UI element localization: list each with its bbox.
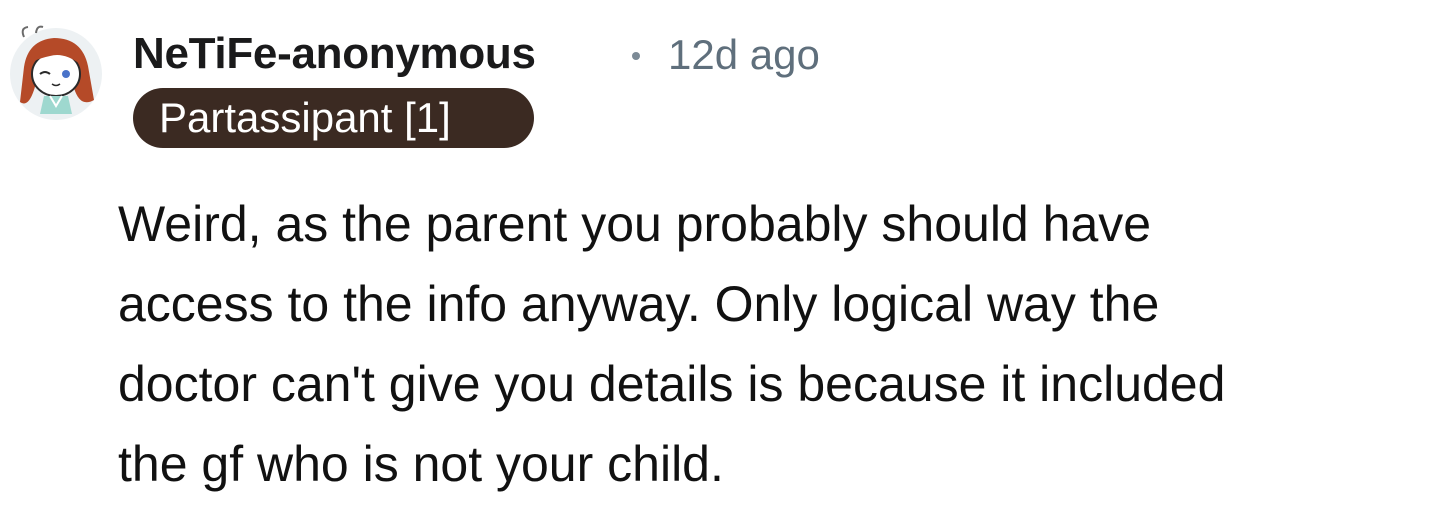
comment-body: Weird, as the parent you probably should… — [118, 184, 1428, 504]
comment-body-line: access to the info anyway. Only logical … — [118, 276, 1160, 332]
separator-dot — [632, 52, 640, 60]
comment-timestamp[interactable]: 12d ago — [668, 30, 820, 80]
user-flair-badge: Partassipant [1] — [133, 88, 534, 148]
comment: NeTiFe-anonymous 12d ago Partassipant [1… — [0, 0, 1438, 506]
comment-body-line: the gf who is not your child. — [118, 436, 724, 492]
author-username[interactable]: NeTiFe-anonymous — [133, 28, 536, 80]
comment-body-line: Weird, as the parent you probably should… — [118, 196, 1152, 252]
comment-body-line: doctor can't give you details is because… — [118, 356, 1226, 412]
user-avatar-icon[interactable] — [6, 22, 106, 122]
